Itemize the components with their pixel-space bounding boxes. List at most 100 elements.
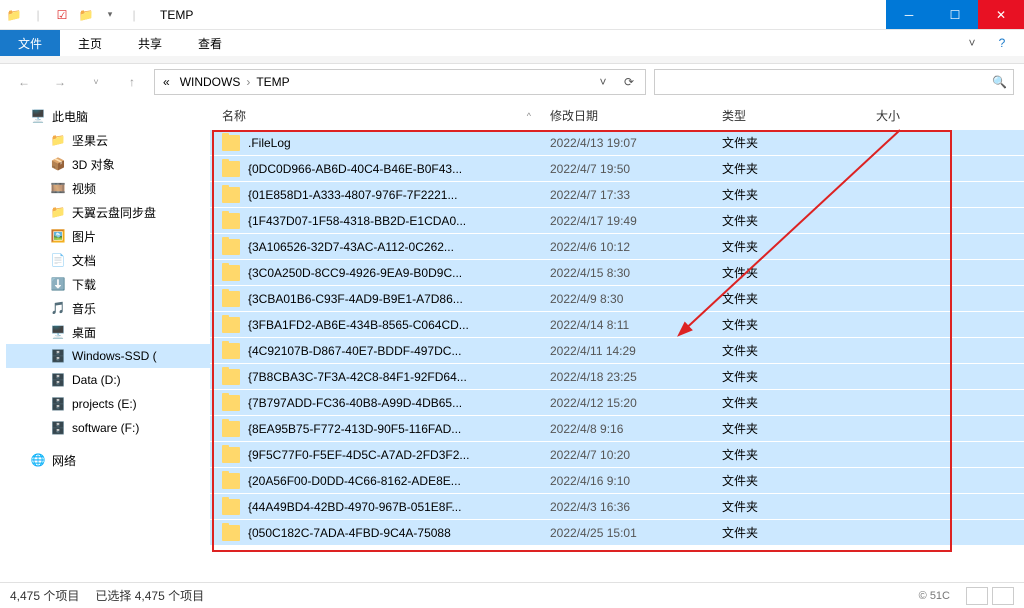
qat-folder-icon[interactable]: 📁 [76,5,96,25]
breadcrumb-windows[interactable]: WINDOWS [176,75,245,89]
status-bar: 4,475 个项目 已选择 4,475 个项目 © 51C [0,582,1024,608]
pc-icon: 🖥️ [30,108,46,124]
search-input[interactable]: 🔍 [654,69,1014,95]
nav-data-d[interactable]: 🗄️Data (D:) [6,368,210,392]
window-controls: ─ ☐ ✕ [886,0,1024,29]
tab-view[interactable]: 查看 [180,30,240,56]
nav-documents[interactable]: 📄文档 [6,248,210,272]
file-name: {0DC0D966-AB6D-40C4-B46E-B0F43... [248,162,550,176]
music-icon: 🎵 [50,300,66,316]
table-row[interactable]: {3CBA01B6-C93F-4AD9-B9E1-A7D86...2022/4/… [210,286,1024,312]
tab-file[interactable]: 文件 [0,30,60,56]
nav-this-pc[interactable]: 🖥️此电脑 [6,104,210,128]
table-row[interactable]: {44A49BD4-42BD-4970-967B-051E8F...2022/4… [210,494,1024,520]
maximize-button[interactable]: ☐ [932,0,978,29]
table-row[interactable]: .FileLog2022/4/13 19:07文件夹 [210,130,1024,156]
tab-share[interactable]: 共享 [120,30,180,56]
breadcrumb-root-icon[interactable]: « [159,75,174,89]
breadcrumb[interactable]: « WINDOWS › TEMP ˅ ⟳ [154,69,646,95]
minimize-button[interactable]: ─ [886,0,932,29]
video-icon: 🎞️ [50,180,66,196]
refresh-button[interactable]: ⟳ [617,70,641,94]
nav-pictures[interactable]: 🖼️图片 [6,224,210,248]
nav-software-f[interactable]: 🗄️software (F:) [6,416,210,440]
nav-network[interactable]: 🌐网络 [6,448,210,472]
qat-chevron[interactable]: ▾ [100,5,120,25]
breadcrumb-dropdown-icon[interactable]: ˅ [591,70,615,94]
table-row[interactable]: {3A106526-32D7-43AC-A112-0C262...2022/4/… [210,234,1024,260]
pictures-icon: 🖼️ [50,228,66,244]
folder-icon [222,317,240,333]
file-type: 文件夹 [722,264,876,281]
table-row[interactable]: {050C182C-7ADA-4FBD-9C4A-750882022/4/25 … [210,520,1024,546]
nav-projects-e[interactable]: 🗄️projects (E:) [6,392,210,416]
file-type: 文件夹 [722,420,876,437]
folder-icon [222,499,240,515]
table-row[interactable]: {9F5C77F0-F5EF-4D5C-A7AD-2FD3F2...2022/4… [210,442,1024,468]
table-row[interactable]: {3C0A250D-8CC9-4926-9EA9-B0D9C...2022/4/… [210,260,1024,286]
qat-sep: | [28,5,48,25]
folder-icon [222,135,240,151]
file-name: {4C92107B-D867-40E7-BDDF-497DC... [248,344,550,358]
file-date: 2022/4/15 8:30 [550,266,722,280]
file-name: {3CBA01B6-C93F-4AD9-B9E1-A7D86... [248,292,550,306]
table-row[interactable]: {20A56F00-D0DD-4C66-8162-ADE8E...2022/4/… [210,468,1024,494]
address-bar: ← → ˅ ↑ « WINDOWS › TEMP ˅ ⟳ 🔍 [0,64,1024,100]
file-name: {7B8CBA3C-7F3A-42C8-84F1-92FD64... [248,370,550,384]
file-name: {9F5C77F0-F5EF-4D5C-A7AD-2FD3F2... [248,448,550,462]
col-type[interactable]: 类型 [722,107,876,124]
ribbon-expand-icon[interactable]: ˅ [962,36,982,50]
content-pane: 名称 修改日期 类型 大小 .FileLog2022/4/13 19:07文件夹… [210,100,1024,580]
folder-icon [222,343,240,359]
table-row[interactable]: {01E858D1-A333-4807-976F-7F2221...2022/4… [210,182,1024,208]
nav-music[interactable]: 🎵音乐 [6,296,210,320]
nav-back-button[interactable]: ← [10,68,38,96]
help-icon[interactable]: ? [992,36,1012,50]
col-name[interactable]: 名称 [222,107,550,124]
view-icons-button[interactable] [992,587,1014,605]
table-row[interactable]: {1F437D07-1F58-4318-BB2D-E1CDA0...2022/4… [210,208,1024,234]
table-row[interactable]: {7B8CBA3C-7F3A-42C8-84F1-92FD64...2022/4… [210,364,1024,390]
file-type: 文件夹 [722,342,876,359]
nav-recent-button[interactable]: ˅ [82,68,110,96]
folder-icon [222,525,240,541]
nav-videos[interactable]: 🎞️视频 [6,176,210,200]
nav-tianyi[interactable]: 📁天翼云盘同步盘 [6,200,210,224]
nav-3d-objects[interactable]: 📦3D 对象 [6,152,210,176]
view-details-button[interactable] [966,587,988,605]
file-name: {44A49BD4-42BD-4970-967B-051E8F... [248,500,550,514]
table-row[interactable]: {7B797ADD-FC36-40B8-A99D-4DB65...2022/4/… [210,390,1024,416]
view-switcher [966,587,1014,605]
table-row[interactable]: {4C92107B-D867-40E7-BDDF-497DC...2022/4/… [210,338,1024,364]
folder-icon [222,265,240,281]
table-row[interactable]: {3FBA1FD2-AB6E-434B-8565-C064CD...2022/4… [210,312,1024,338]
col-date[interactable]: 修改日期 [550,107,722,124]
ribbon-tabs: 文件 主页 共享 查看 ˅ ? [0,30,1024,56]
check-icon[interactable]: ☑ [52,5,72,25]
file-name: {3A106526-32D7-43AC-A112-0C262... [248,240,550,254]
file-list[interactable]: .FileLog2022/4/13 19:07文件夹{0DC0D966-AB6D… [210,130,1024,580]
qat-sep2: | [124,5,144,25]
file-date: 2022/4/25 15:01 [550,526,722,540]
nav-forward-button[interactable]: → [46,68,74,96]
folder-icon [222,395,240,411]
table-row[interactable]: {8EA95B75-F772-413D-90F5-116FAD...2022/4… [210,416,1024,442]
titlebar: 📁 | ☑ 📁 ▾ | TEMP ─ ☐ ✕ [0,0,1024,30]
col-size[interactable]: 大小 [876,107,996,124]
nav-windows-ssd[interactable]: 🗄️Windows-SSD ( [6,344,210,368]
nav-desktop[interactable]: 🖥️桌面 [6,320,210,344]
folder-icon [222,291,240,307]
file-type: 文件夹 [722,446,876,463]
table-row[interactable]: {0DC0D966-AB6D-40C4-B46E-B0F43...2022/4/… [210,156,1024,182]
nav-downloads[interactable]: ⬇️下载 [6,272,210,296]
search-icon: 🔍 [992,75,1007,89]
close-button[interactable]: ✕ [978,0,1024,29]
breadcrumb-temp[interactable]: TEMP [252,75,293,89]
drive-icon: 🗄️ [50,396,66,412]
folder-icon [222,369,240,385]
nav-jianguo[interactable]: 📁坚果云 [6,128,210,152]
nav-up-button[interactable]: ↑ [118,68,146,96]
tab-home[interactable]: 主页 [60,30,120,56]
file-date: 2022/4/14 8:11 [550,318,722,332]
file-date: 2022/4/11 14:29 [550,344,722,358]
